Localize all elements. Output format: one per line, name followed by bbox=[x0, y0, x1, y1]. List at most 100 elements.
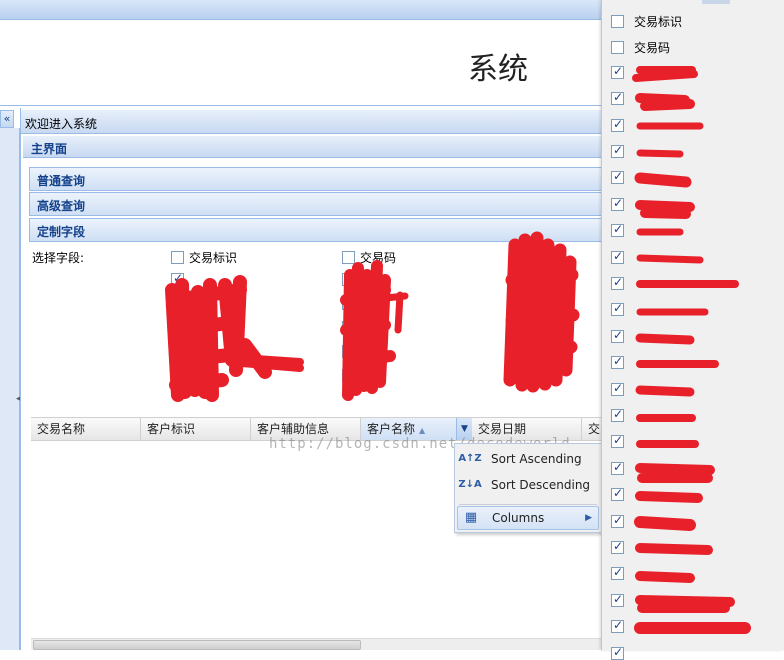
system-title: 系统 bbox=[468, 52, 528, 87]
checkbox-checked-icon bbox=[611, 249, 624, 264]
column-toggle-item[interactable] bbox=[611, 354, 634, 370]
checkbox-checked-icon bbox=[611, 513, 624, 528]
checkbox-checked-icon bbox=[342, 295, 355, 310]
column-toggle-item[interactable] bbox=[611, 513, 634, 528]
column-toggle-item[interactable] bbox=[611, 117, 634, 132]
checkbox-unchecked-icon bbox=[611, 15, 624, 28]
column-toggle-item[interactable] bbox=[611, 381, 634, 396]
checkbox-checked-icon bbox=[611, 196, 624, 211]
column-toggle-item[interactable] bbox=[611, 301, 634, 317]
field-checkbox[interactable] bbox=[171, 343, 189, 358]
column-toggle-item[interactable] bbox=[611, 460, 634, 475]
sort-descending-za-icon: Z↓A bbox=[458, 479, 482, 490]
checkbox-checked-icon bbox=[611, 143, 624, 158]
select-fields-label: 选择字段: bbox=[32, 251, 85, 265]
welcome-title: 欢迎进入系统 bbox=[25, 117, 98, 131]
checkbox-checked-icon bbox=[611, 645, 624, 660]
column-toggle-item[interactable] bbox=[611, 328, 634, 343]
column-toggle-item[interactable]: 交易码 bbox=[611, 39, 670, 56]
column-toggle-item[interactable]: 交易标识 bbox=[611, 13, 682, 30]
field-checkbox[interactable] bbox=[513, 343, 531, 358]
checkbox-checked-icon bbox=[611, 275, 624, 290]
field-checkbox[interactable] bbox=[513, 247, 531, 262]
field-checkbox-label: 留3 bbox=[531, 371, 551, 385]
checkbox-checked-icon bbox=[513, 271, 526, 286]
field-checkbox[interactable]: 交易标识 bbox=[171, 249, 237, 266]
checkbox-checked-icon bbox=[171, 343, 184, 358]
field-checkbox[interactable]: 交易码 bbox=[342, 249, 396, 266]
column-toggle-item[interactable] bbox=[611, 433, 634, 449]
column-toggle-item[interactable] bbox=[611, 618, 634, 634]
field-checkbox[interactable] bbox=[171, 295, 189, 310]
horizontal-scroll-thumb[interactable] bbox=[33, 640, 361, 650]
field-checkbox[interactable] bbox=[513, 295, 531, 310]
columns-icon: ▦ bbox=[464, 510, 478, 525]
left-collapsed-panel bbox=[0, 128, 20, 650]
collapse-left-icon[interactable]: « bbox=[0, 110, 14, 128]
column-header-customer-id[interactable]: 客户标识 bbox=[141, 418, 251, 440]
field-checkbox[interactable] bbox=[342, 367, 360, 382]
checkbox-checked-icon bbox=[611, 301, 624, 317]
checkbox-checked-icon bbox=[611, 565, 624, 581]
column-toggle-item[interactable] bbox=[611, 592, 634, 607]
column-toggle-item[interactable] bbox=[611, 64, 634, 79]
checkbox-checked-icon bbox=[611, 539, 624, 554]
checkbox-checked-icon bbox=[342, 271, 355, 286]
column-toggle-item[interactable] bbox=[611, 645, 634, 660]
field-checkbox[interactable] bbox=[342, 271, 360, 286]
column-toggle-item[interactable] bbox=[611, 407, 634, 422]
menu-separator bbox=[459, 504, 597, 505]
columns-menu-item[interactable]: ▦ Columns ▶ bbox=[457, 506, 599, 530]
checkbox-checked-icon bbox=[611, 64, 624, 79]
home-title: 主界面 bbox=[31, 142, 68, 156]
column-header-menu: A↑Z Sort Ascending Z↓A Sort Descending ▦… bbox=[454, 443, 602, 533]
checkbox-checked-icon bbox=[611, 117, 624, 132]
checkbox-checked-icon bbox=[513, 247, 526, 262]
field-checkbox[interactable] bbox=[171, 367, 189, 382]
checkbox-unchecked-icon bbox=[171, 251, 184, 264]
checkbox-checked-icon bbox=[611, 90, 624, 106]
submenu-scroll-up[interactable] bbox=[702, 0, 730, 4]
advanced-query-title: 高级查询 bbox=[37, 199, 86, 213]
column-toggle-label: 交易标识 bbox=[634, 15, 683, 29]
checkbox-checked-icon bbox=[342, 319, 355, 334]
checkbox-checked-icon bbox=[611, 460, 624, 475]
checkbox-checked-icon bbox=[611, 222, 624, 238]
column-toggle-item[interactable] bbox=[611, 196, 634, 211]
checkbox-checked-icon bbox=[611, 433, 624, 449]
sort-ascending-item[interactable]: A↑Z Sort Ascending bbox=[457, 447, 599, 471]
column-toggle-item[interactable] bbox=[611, 486, 634, 502]
column-toggle-item[interactable] bbox=[611, 249, 634, 264]
column-toggle-label: 交易码 bbox=[634, 41, 671, 56]
field-checkbox[interactable]: 留3 bbox=[513, 369, 551, 386]
column-toggle-item[interactable] bbox=[611, 90, 634, 106]
field-checkbox[interactable] bbox=[513, 271, 531, 286]
checkbox-checked-icon bbox=[171, 367, 184, 382]
checkbox-unchecked-icon bbox=[611, 41, 624, 55]
column-header-trade-name[interactable]: 交易名称 bbox=[31, 418, 141, 440]
field-checkbox[interactable] bbox=[513, 319, 531, 334]
sort-descending-item[interactable]: Z↓A Sort Descending bbox=[457, 473, 599, 497]
column-toggle-item[interactable] bbox=[611, 565, 634, 581]
field-checkbox[interactable] bbox=[342, 295, 360, 310]
column-toggle-item[interactable] bbox=[611, 539, 634, 554]
column-toggle-item[interactable] bbox=[611, 143, 634, 158]
field-checkbox[interactable] bbox=[342, 343, 360, 358]
checkbox-checked-icon bbox=[611, 618, 624, 634]
field-checkbox[interactable] bbox=[171, 271, 189, 286]
column-toggle-item[interactable] bbox=[611, 222, 634, 238]
checkbox-checked-icon bbox=[342, 367, 355, 382]
column-toggle-item[interactable] bbox=[611, 275, 634, 290]
field-checkbox[interactable] bbox=[342, 319, 360, 334]
column-toggle-item[interactable] bbox=[611, 169, 634, 185]
checkbox-checked-icon bbox=[513, 319, 526, 334]
checkbox-checked-icon bbox=[513, 295, 526, 310]
checkbox-checked-icon bbox=[513, 369, 526, 384]
field-checkbox[interactable] bbox=[171, 319, 189, 334]
sort-ascending-az-icon: A↑Z bbox=[458, 453, 482, 464]
normal-query-title: 普通查询 bbox=[37, 174, 86, 188]
checkbox-checked-icon bbox=[171, 319, 184, 334]
checkbox-checked-icon bbox=[513, 343, 526, 358]
checkbox-checked-icon bbox=[171, 271, 184, 286]
checkbox-checked-icon bbox=[611, 381, 624, 396]
